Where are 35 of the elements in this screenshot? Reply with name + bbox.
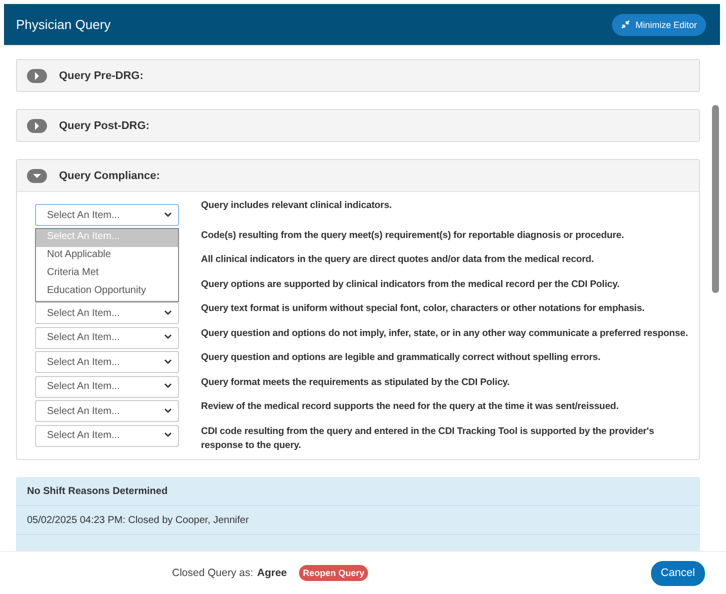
history-entry: 05/02/2025 04:23 PM: Closed by Cooper, Jennifer [16,506,700,535]
item-dropdown[interactable]: Select An Item... [35,424,179,446]
section-header[interactable]: Query Pre-DRG: [17,60,699,91]
item-dropdown[interactable]: Select An Item... [35,302,179,324]
outcome-text: Agree [257,567,287,579]
question-text: Query text format is uniform without special font, color, characters or other notations for emphasis. [201,302,646,316]
toggle-icon[interactable] [27,168,47,182]
minimize-icon [621,20,630,29]
item-dropdown[interactable]: Select An Item... [35,351,179,373]
dropdown-option[interactable]: Not Applicable [36,247,178,265]
toggle-icon[interactable] [27,118,47,132]
question-text: Query question and options do not imply, infer, state, or in any other way communicate a preferred response. [201,326,689,340]
question-text: Code(s) resulting from the query meet(s) requirement(s) for reportable diagnosis or procedure. [201,228,625,242]
dropdown-option[interactable]: Criteria Met [36,265,178,283]
item-dropdown[interactable]: Select An Item... [35,326,179,348]
history-title: No Shift Reasons Determined [16,477,700,506]
question-text: Review of the medical record supports the need for the query at the time it was sent/reissued. [201,400,620,414]
question-text: Query format meets the requirements as stipulated by the CDI Policy. [201,376,511,390]
question-text: Query options are supported by clinical indicators from the medical record per the CDI Policy. [201,278,621,292]
question-text: All clinical indicators in the query are direct quotes and/or data from the medical record. [201,253,595,267]
item-dropdown[interactable]: Select An Item... [35,376,179,398]
item-dropdown[interactable]: Select An Item... [35,204,179,226]
minimize-editor-button[interactable]: Minimize Editor [612,14,706,36]
section-header[interactable]: Query Compliance: [17,160,699,191]
question-text: Query question and options are legible and grammatically correct without spelling errors. [201,351,602,365]
section-header[interactable]: Query Post-DRG: [17,110,699,141]
question-text: CDI code resulting from the query and entered in the CDI Tracking Tool is supported by the provider's response to the query. [201,424,656,452]
window-title: Physician Query [16,17,111,32]
item-dropdown[interactable]: Select An Item... [35,400,179,422]
dropdown-option[interactable]: Education Opportunity [36,283,178,301]
reopen-query-button[interactable]: Reopen Query [298,565,368,581]
closed-label: Closed Query as: [172,567,254,579]
toggle-icon[interactable] [27,68,47,82]
cancel-button[interactable]: Cancel [650,560,705,586]
question-text: Query includes relevant clinical indicators. [201,199,393,213]
